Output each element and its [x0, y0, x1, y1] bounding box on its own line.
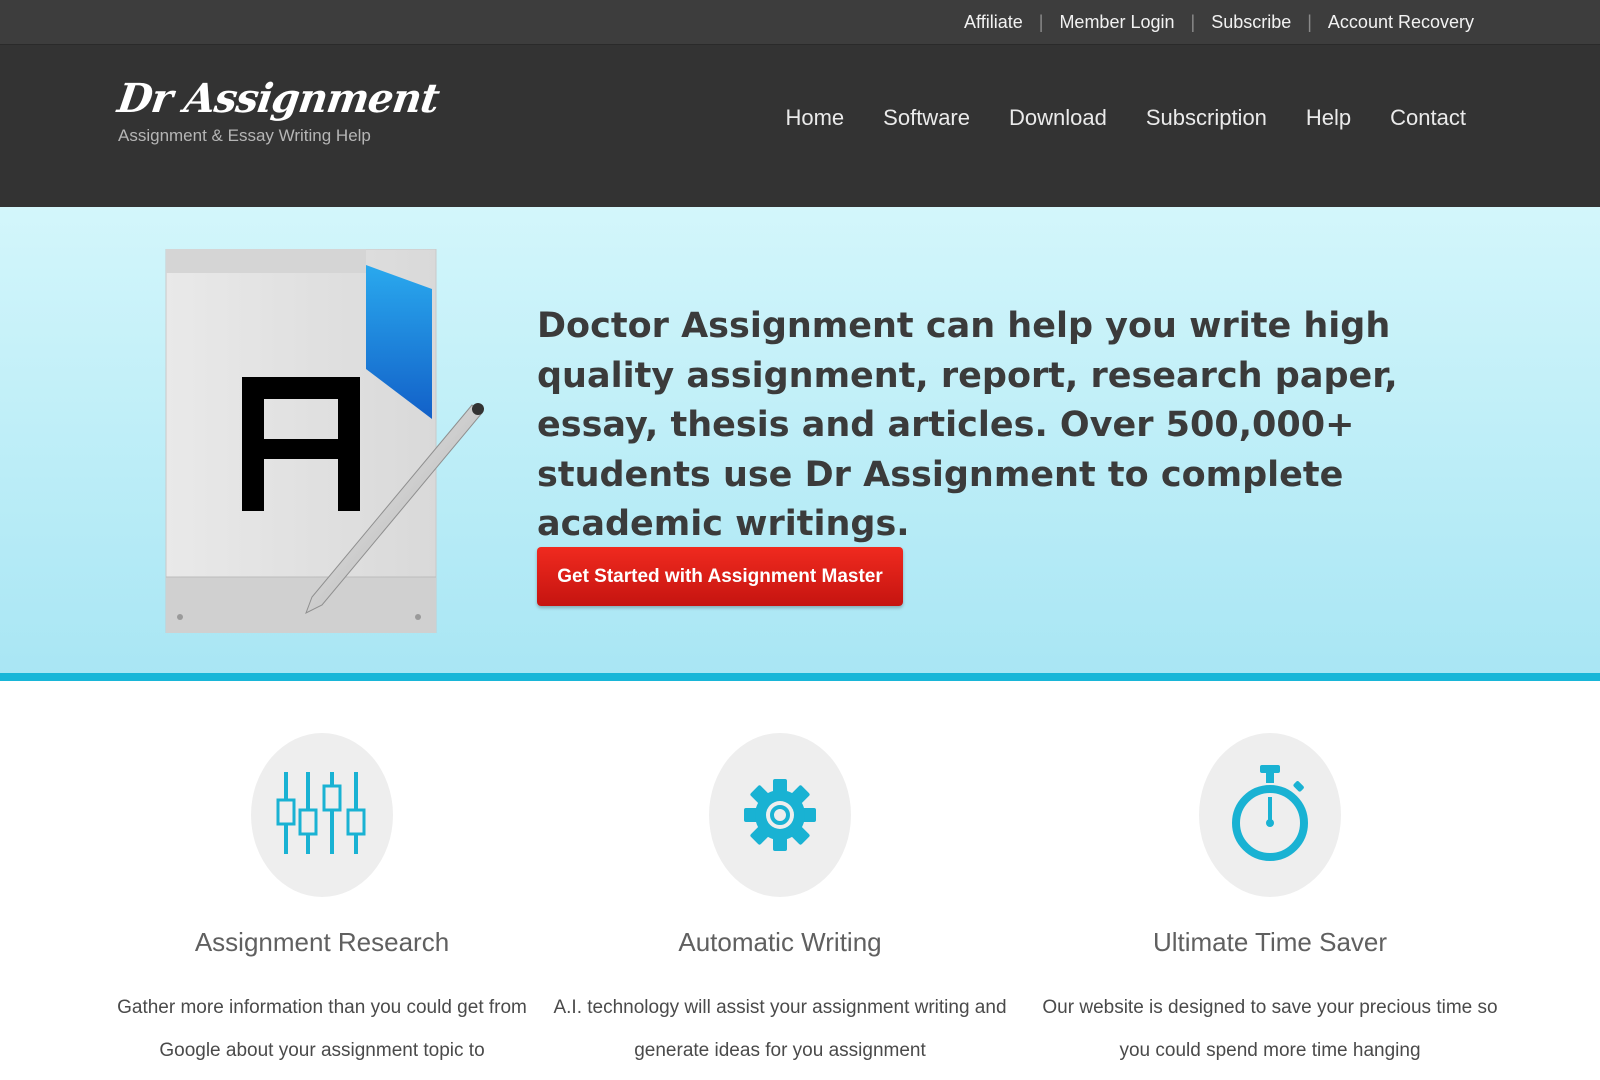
logo-title: Dr Assignment — [114, 75, 442, 122]
subscribe-link[interactable]: Subscribe — [1211, 12, 1291, 33]
nav-help[interactable]: Help — [1306, 105, 1351, 131]
nav-subscription[interactable]: Subscription — [1146, 105, 1267, 131]
site-logo[interactable]: Dr Assignment Assignment & Essay Writing… — [115, 75, 442, 146]
hero-headline: Doctor Assignment can help you write hig… — [537, 306, 1398, 544]
document-pen-icon — [165, 249, 484, 633]
logo-tagline: Assignment & Essay Writing Help — [118, 126, 371, 145]
link-separator: | — [1190, 11, 1196, 32]
feature-description: Our website is designed to save your pre… — [1042, 997, 1498, 1061]
get-started-button[interactable]: Get Started with Assignment Master — [537, 547, 903, 606]
member-login-link[interactable]: Member Login — [1059, 12, 1174, 33]
feature-description: Gather more information than you could g… — [117, 997, 527, 1061]
feature-automatic-writing: Automatic Writing A.I. technology will a… — [550, 681, 1010, 1072]
nav-download[interactable]: Download — [1009, 105, 1107, 131]
affiliate-link[interactable]: Affiliate — [964, 12, 1023, 33]
feature-icon-circle — [1199, 733, 1341, 897]
nav-software[interactable]: Software — [883, 105, 970, 131]
feature-icon-circle — [709, 733, 851, 897]
stopwatch-icon — [1232, 765, 1308, 861]
utility-links: Affiliate | Member Login | Subscribe | A… — [964, 0, 1474, 44]
feature-ultimate-time-saver: Ultimate Time Saver Our website is desig… — [1040, 681, 1500, 1072]
gear-icon — [744, 779, 816, 851]
nav-contact[interactable]: Contact — [1390, 105, 1466, 131]
top-utility-bar: Affiliate | Member Login | Subscribe | A… — [0, 0, 1600, 45]
account-recovery-link[interactable]: Account Recovery — [1328, 12, 1474, 33]
main-nav: Home Software Download Subscription Help… — [785, 105, 1466, 131]
features-section: Assignment Research Gather more informat… — [0, 681, 1600, 1080]
hero-banner: Doctor Assignment can help you write hig… — [0, 207, 1600, 681]
sliders-icon — [276, 772, 366, 854]
site-header: Dr Assignment Assignment & Essay Writing… — [0, 45, 1600, 207]
feature-assignment-research: Assignment Research Gather more informat… — [92, 681, 552, 1072]
feature-description: A.I. technology will assist your assignm… — [553, 997, 1007, 1061]
link-separator: | — [1038, 11, 1044, 32]
feature-title: Assignment Research — [194, 927, 450, 957]
feature-icon-circle — [251, 733, 393, 897]
nav-home[interactable]: Home — [785, 105, 844, 131]
feature-title: Ultimate Time Saver — [1152, 927, 1388, 957]
link-separator: | — [1307, 11, 1312, 32]
feature-title: Automatic Writing — [678, 927, 882, 957]
